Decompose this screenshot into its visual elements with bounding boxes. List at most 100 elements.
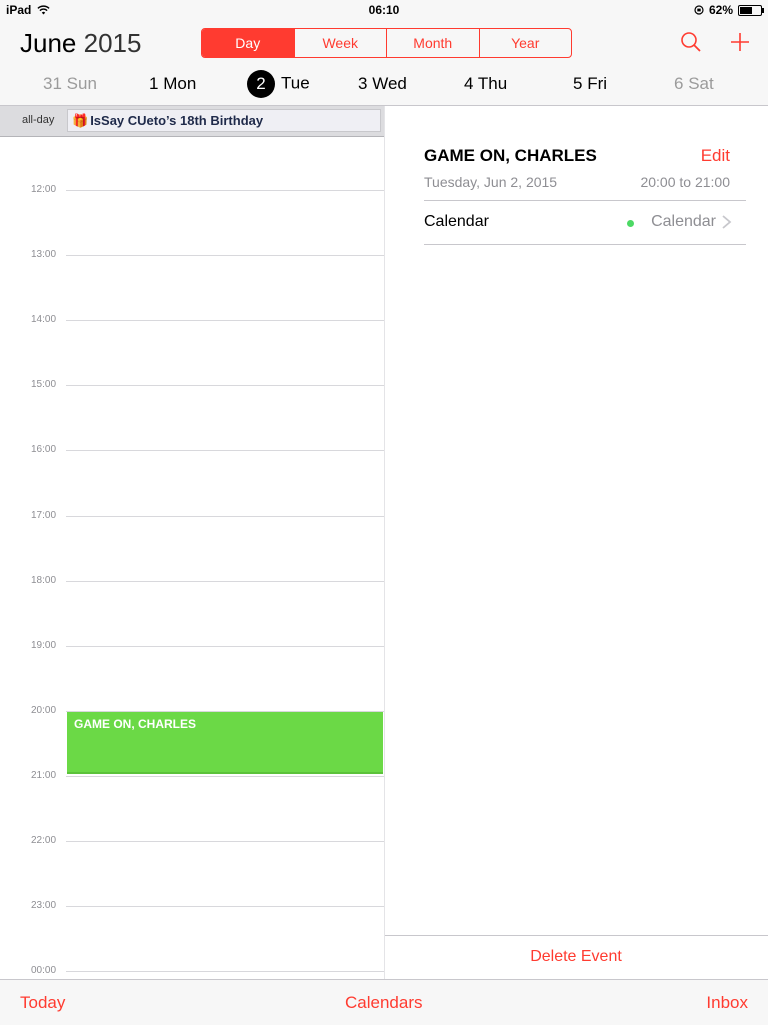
day-num: 31 <box>43 74 62 93</box>
hour-line <box>66 775 384 777</box>
day-num: 6 <box>674 74 684 93</box>
event-date: Tuesday, Jun 2, 2015 <box>424 174 558 190</box>
day-3-wed[interactable]: 3 Wed <box>358 74 407 94</box>
search-icon[interactable] <box>679 30 703 54</box>
status-time: 06:10 <box>368 3 400 17</box>
hour-row: 13:00 <box>0 249 384 260</box>
all-day-event[interactable]: 🎁 IsSay CUeto’s 18th Birthday <box>67 109 381 132</box>
month-year-title[interactable]: June 2015 <box>20 28 141 59</box>
hour-label: 19:00 <box>31 639 57 651</box>
all-day-row: all-day 🎁 IsSay CUeto’s 18th Birthday <box>0 106 384 137</box>
hour-label: 20:00 <box>31 704 57 716</box>
hour-row: 17:00 <box>0 510 384 521</box>
year-label: 2015 <box>83 28 142 58</box>
hour-row: 22:00 <box>0 835 384 846</box>
hour-line <box>66 906 384 908</box>
inbox-button[interactable]: Inbox <box>706 993 748 1013</box>
view-month-button[interactable]: Month <box>386 29 479 57</box>
battery-fill <box>740 6 752 14</box>
day-name: Tue <box>281 73 310 93</box>
hour-row: 12:00 <box>0 184 384 195</box>
hour-label: 00:00 <box>31 965 57 977</box>
day-5-fri[interactable]: 5 Fri <box>573 74 607 94</box>
hour-label: 12:00 <box>31 184 57 195</box>
hour-label: 15:00 <box>31 379 57 391</box>
day-name: Sat <box>688 74 714 93</box>
divider <box>384 935 768 936</box>
hour-row: 00:00 <box>0 965 384 976</box>
day-4-thu[interactable]: 4 Thu <box>464 74 507 94</box>
event-block-title: GAME ON, CHARLES <box>74 716 197 731</box>
day-6-sat[interactable]: 6 Sat <box>674 74 714 94</box>
day-name: Wed <box>372 74 407 93</box>
hour-line <box>66 190 384 191</box>
hour-line <box>66 320 384 322</box>
view-year-button[interactable]: Year <box>478 29 572 57</box>
hour-row: 15:00 <box>0 379 384 390</box>
chevron-right-icon <box>722 215 732 229</box>
hour-line <box>66 515 384 517</box>
event-detail-title: GAME ON, CHARLES <box>424 146 597 165</box>
week-days-strip: 31 Sun 1 Mon 2 Tue 3 Wed 4 Thu 5 Fri 6 Sa… <box>0 66 768 104</box>
hour-row: 18:00 <box>0 575 384 586</box>
event-block[interactable]: GAME ON, CHARLES <box>67 711 383 774</box>
calendar-color-dot <box>627 220 634 227</box>
all-day-event-title: IsSay CUeto’s 18th Birthday <box>90 113 264 128</box>
bottom-toolbar: Today Calendars Inbox <box>0 979 768 1025</box>
hour-row: 21:00 <box>0 770 384 781</box>
hour-line <box>66 645 384 647</box>
day-name: Fri <box>587 74 608 93</box>
today-button[interactable]: Today <box>20 993 65 1013</box>
hour-label: 13:00 <box>31 249 57 261</box>
calendar-row-label: Calendar <box>424 213 489 230</box>
edit-button[interactable]: Edit <box>701 146 730 166</box>
calendars-button[interactable]: Calendars <box>345 993 423 1013</box>
day-num: 5 <box>573 74 583 93</box>
event-detail-pane: GAME ON, CHARLES Edit Tuesday, Jun 2, 20… <box>384 106 768 979</box>
divider <box>424 244 746 245</box>
day-name: Sun <box>66 74 97 93</box>
hour-row: 23:00 <box>0 900 384 911</box>
delete-event-button[interactable]: Delete Event <box>384 948 768 966</box>
battery-icon <box>738 4 764 16</box>
selected-day-circle: 2 <box>247 70 275 98</box>
event-time-range: 20:00 to 21:00 <box>640 174 730 190</box>
day-num: 3 <box>358 74 368 93</box>
hour-row: 16:00 <box>0 444 384 455</box>
status-bar: iPad 06:10 62% <box>0 0 768 20</box>
day-num: 4 <box>464 74 474 93</box>
day-name: Thu <box>477 74 508 93</box>
hour-line <box>66 841 384 842</box>
hour-label: 23:00 <box>31 900 57 912</box>
hour-label: 18:00 <box>31 574 57 586</box>
hour-line <box>66 971 384 973</box>
calendar-row[interactable]: Calendar Calendar <box>424 201 746 244</box>
all-day-label: all-day <box>22 114 55 126</box>
view-segmented-control[interactable]: Day Week Month Year <box>201 28 572 58</box>
battery-percent: 62% <box>708 3 733 17</box>
month-label: June <box>20 28 77 58</box>
hour-label: 16:00 <box>31 444 57 456</box>
hour-row: 14:00 <box>0 314 384 325</box>
hour-label: 17:00 <box>31 509 57 521</box>
hour-label: 14:00 <box>31 314 57 326</box>
calendar-row-value: Calendar <box>651 213 716 230</box>
pane-separator <box>384 106 385 979</box>
day-num: 1 <box>149 74 159 93</box>
hour-line <box>66 450 384 452</box>
plus-icon[interactable] <box>728 30 752 54</box>
day-name: Mon <box>163 74 197 93</box>
view-day-button[interactable]: Day <box>202 29 294 57</box>
hour-line <box>66 255 384 257</box>
day-31-sun[interactable]: 31 Sun <box>43 74 97 94</box>
day-2-tue[interactable]: 2 Tue <box>247 70 310 98</box>
view-week-button[interactable]: Week <box>293 29 387 57</box>
day-timeline[interactable]: all-day 🎁 IsSay CUeto’s 18th Birthday 12:… <box>0 106 384 979</box>
orientation-lock-icon <box>694 5 704 15</box>
hour-line <box>66 580 384 582</box>
hour-line <box>66 385 384 387</box>
hour-row: 19:00 <box>0 640 384 651</box>
hour-label: 22:00 <box>31 835 57 846</box>
day-1-mon[interactable]: 1 Mon <box>149 74 196 94</box>
hour-label: 21:00 <box>31 769 57 781</box>
